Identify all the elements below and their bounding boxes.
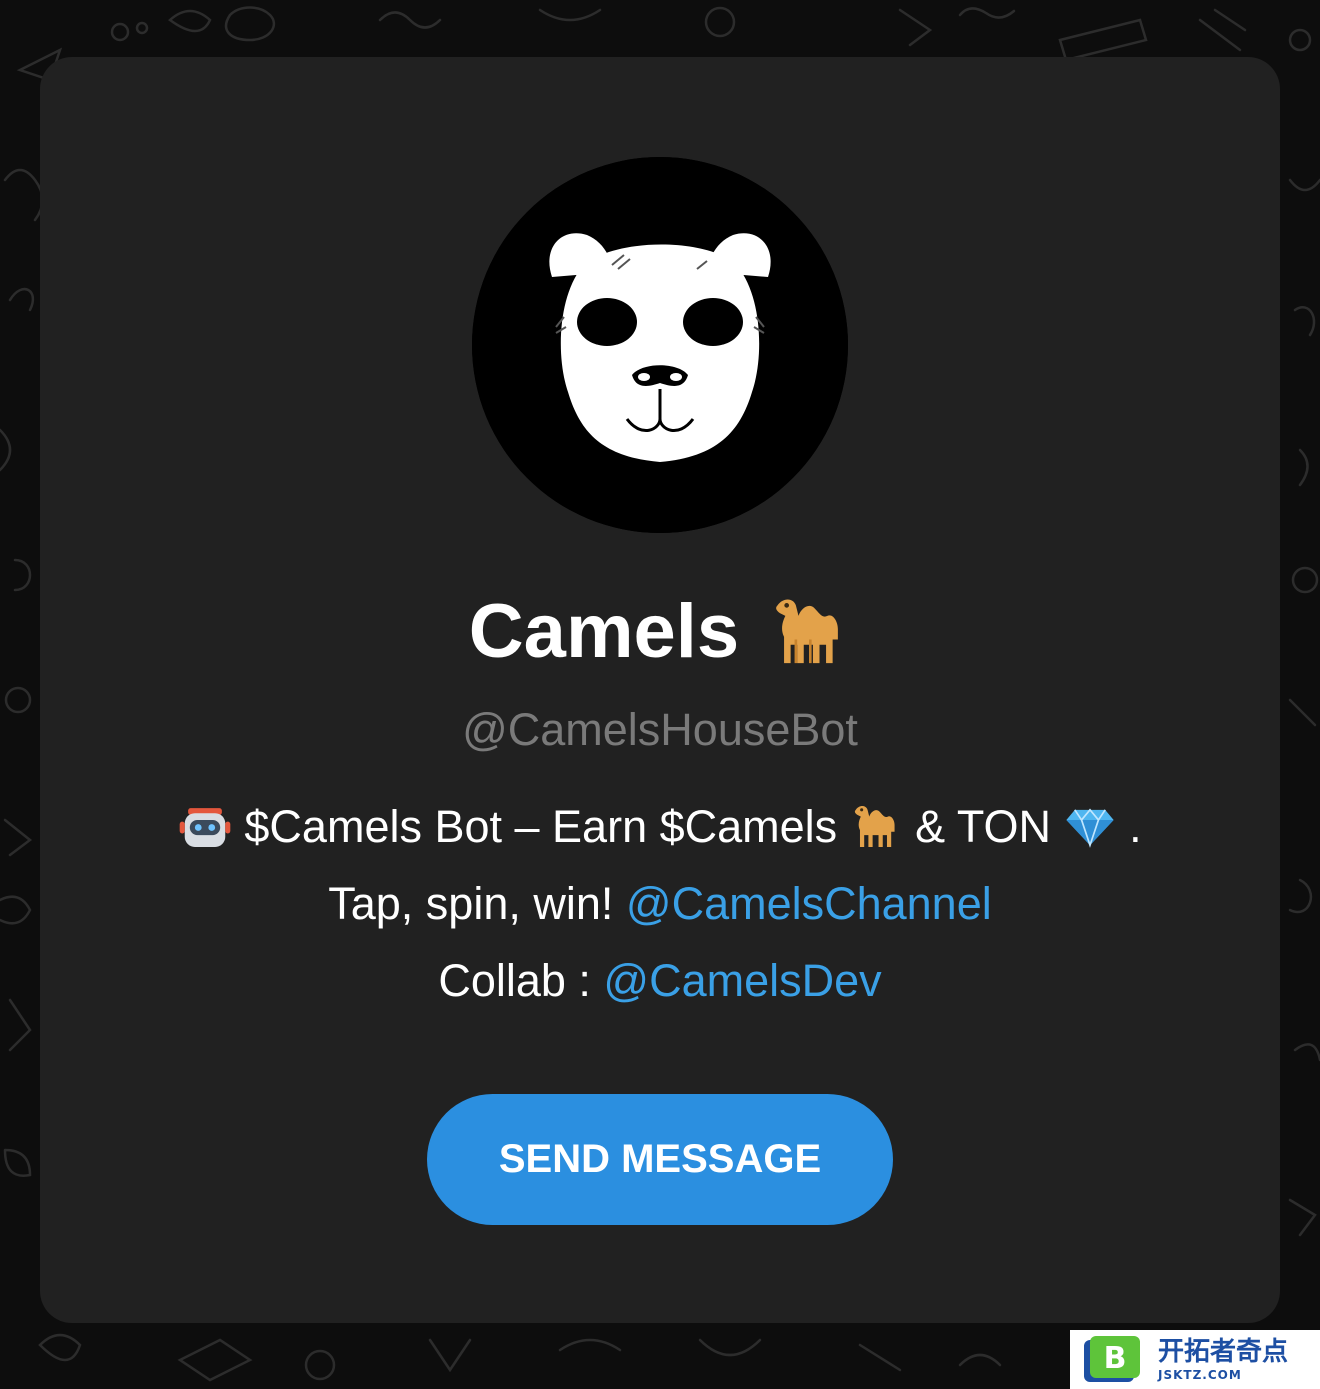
watermark-cn: 开拓者奇点 xyxy=(1158,1336,1289,1367)
camel-icon xyxy=(776,599,839,664)
bot-description: $Camels Bot – Earn $Camels & TON . Tap, … xyxy=(40,795,1280,1026)
bot-name: Camels xyxy=(468,589,740,674)
bio-line-2: Tap, spin, win! @CamelsChannel xyxy=(40,872,1280,949)
watermark-logo: B xyxy=(1084,1335,1140,1382)
camel-icon xyxy=(855,806,895,847)
dev-link[interactable]: @CamelsDev xyxy=(603,955,881,1006)
channel-link[interactable]: @CamelsChannel xyxy=(626,878,992,929)
bot-title: Camels xyxy=(40,587,1280,677)
bot-username[interactable]: @CamelsHouseBot xyxy=(40,702,1280,758)
send-message-label: SEND MESSAGE xyxy=(498,1137,822,1181)
bio-line-1-text-b: & TON xyxy=(915,801,1052,852)
bio-line-3: Collab : @CamelsDev xyxy=(40,949,1280,1026)
bio-line-3-text: Collab : xyxy=(438,955,591,1006)
bot-profile-card: Camels @CamelsHouseBot $Camels Bot – Ear… xyxy=(40,57,1280,1323)
send-message-button[interactable]: SEND MESSAGE xyxy=(427,1094,893,1225)
bio-line-1-text-a: $Camels Bot – Earn $Camels xyxy=(244,801,838,852)
bio-line-1: $Camels Bot – Earn $Camels & TON . xyxy=(40,795,1280,872)
watermark-logo-letter: B xyxy=(1104,1341,1127,1376)
robot-icon xyxy=(180,808,231,847)
camel-face-avatar-image xyxy=(472,157,848,533)
watermark-text: 开拓者奇点 JSKTZ.COM xyxy=(1158,1339,1288,1381)
bot-avatar[interactable] xyxy=(472,157,848,533)
bio-line-1-end: . xyxy=(1129,801,1142,852)
bio-line-2-text: Tap, spin, win! xyxy=(328,878,614,929)
gem-icon xyxy=(1066,808,1114,848)
watermark-en: JSKTZ.COM xyxy=(1158,1367,1242,1382)
site-watermark: B 开拓者奇点 JSKTZ.COM xyxy=(1070,1330,1320,1389)
